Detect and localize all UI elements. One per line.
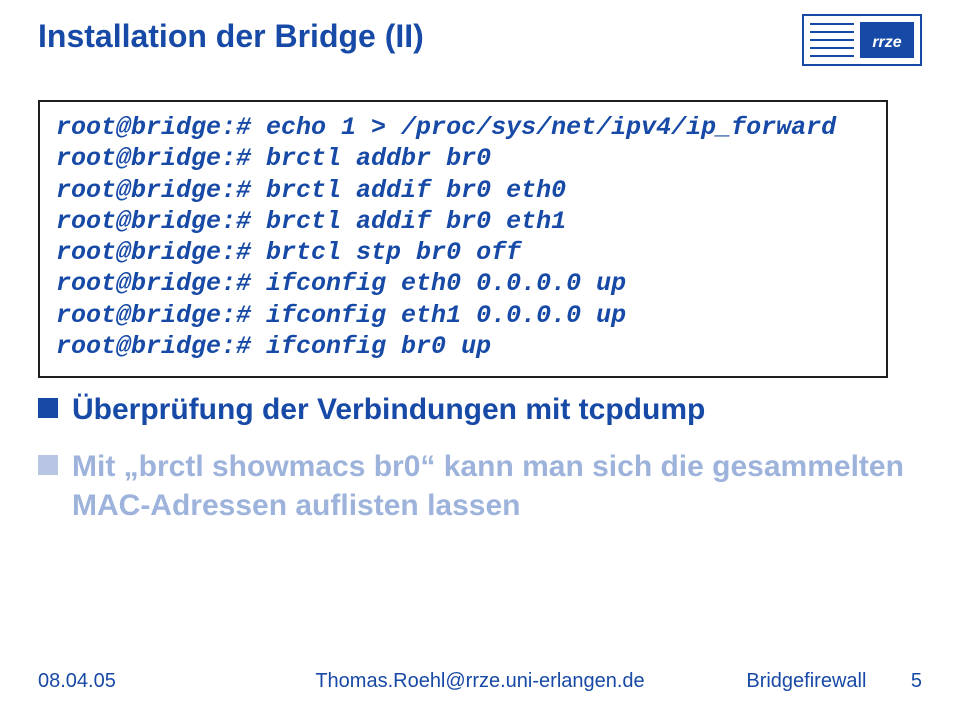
square-bullet-icon (38, 455, 58, 475)
slide-title: Installation der Bridge (II) (38, 18, 424, 55)
code-line: root@bridge:# brctl addif br0 eth1 (56, 206, 870, 237)
rrze-logo: rrze (802, 14, 922, 66)
bullet-item: Überprüfung der Verbindungen mit tcpdump (38, 390, 908, 429)
code-line: root@bridge:# ifconfig eth1 0.0.0.0 up (56, 300, 870, 331)
bullet-list: Überprüfung der Verbindungen mit tcpdump… (38, 390, 908, 543)
code-line: root@bridge:# brctl addif br0 eth0 (56, 175, 870, 206)
code-line: root@bridge:# ifconfig br0 up (56, 331, 870, 362)
square-bullet-icon (38, 398, 58, 418)
bullet-text: Mit „brctl showmacs br0“ kann man sich d… (72, 447, 908, 525)
svg-text:rrze: rrze (872, 34, 901, 51)
footer-date: 08.04.05 (38, 670, 116, 693)
code-line: root@bridge:# ifconfig eth0 0.0.0.0 up (56, 268, 870, 299)
footer-project: Bridgefirewall (746, 670, 866, 692)
code-line: root@bridge:# echo 1 > /proc/sys/net/ipv… (56, 112, 870, 143)
code-line: root@bridge:# brtcl stp br0 off (56, 237, 870, 268)
code-line: root@bridge:# brctl addbr br0 (56, 143, 870, 174)
footer-page-number: 5 (911, 670, 922, 692)
bullet-text: Überprüfung der Verbindungen mit tcpdump (72, 390, 705, 429)
bullet-item: Mit „brctl showmacs br0“ kann man sich d… (38, 447, 908, 525)
code-box: root@bridge:# echo 1 > /proc/sys/net/ipv… (38, 100, 888, 378)
slide-footer: 08.04.05 Thomas.Roehl@rrze.uni-erlangen.… (38, 670, 922, 693)
footer-email: Thomas.Roehl@rrze.uni-erlangen.de (315, 670, 644, 693)
